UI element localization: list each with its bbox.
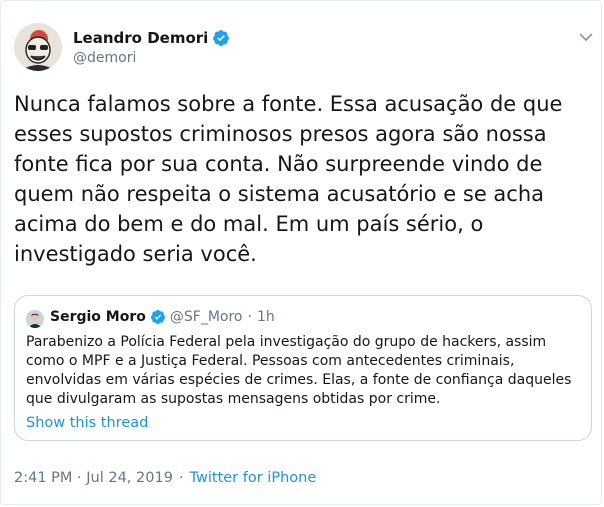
quoted-avatar-illustration bbox=[26, 310, 44, 328]
tweet-text: Nunca falamos sobre a fonte. Essa acusaç… bbox=[14, 92, 563, 266]
quoted-text: Parabenizo a Polícia Federal pela invest… bbox=[26, 334, 572, 407]
quoted-author-name: Sergio Moro bbox=[50, 309, 146, 325]
quoted-author-handle: @SF_Moro bbox=[169, 309, 243, 325]
chevron-down-icon[interactable] bbox=[578, 29, 594, 45]
quoted-header: Sergio Moro @SF_Moro · 1h bbox=[50, 309, 275, 325]
author-handle[interactable]: @demori bbox=[73, 50, 136, 66]
quoted-timestamp: 1h bbox=[256, 309, 275, 325]
tweet-timestamp[interactable]: 2:41 PM · Jul 24, 2019 bbox=[14, 470, 173, 486]
quoted-author-avatar[interactable] bbox=[26, 310, 44, 328]
verified-badge-icon bbox=[213, 30, 230, 46]
tweet-meta: 2:41 PM · Jul 24, 2019 · Twitter for iPhon… bbox=[14, 470, 316, 486]
author-avatar[interactable] bbox=[14, 23, 62, 71]
quoted-tweet[interactable]: Sergio Moro @SF_Moro · 1h Parabenizo a P… bbox=[14, 295, 592, 441]
verified-badge-icon bbox=[150, 310, 165, 324]
meta-separator: · bbox=[178, 470, 184, 486]
avatar-illustration bbox=[14, 23, 62, 71]
author-name-row: Leandro Demori bbox=[73, 29, 230, 47]
tweet-source-link[interactable]: Twitter for iPhone bbox=[190, 470, 317, 486]
tweet-card: Leandro Demori @demori Nunca falamos sob… bbox=[0, 0, 602, 505]
author-name[interactable]: Leandro Demori bbox=[73, 29, 208, 47]
show-thread-link[interactable]: Show this thread bbox=[26, 415, 148, 431]
quoted-separator: · bbox=[247, 309, 252, 325]
